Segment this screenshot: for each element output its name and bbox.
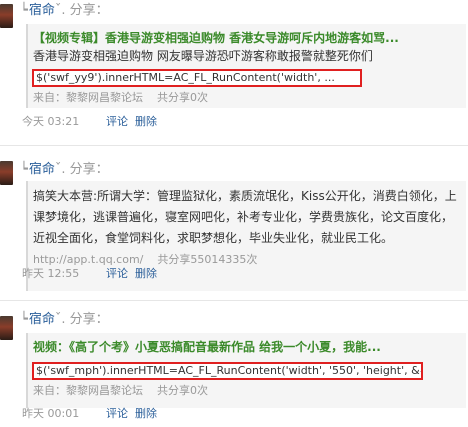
share-label: ˇ. 分享： (54, 162, 109, 177)
share-source: 来自：黎黎网昌黎论坛 共分享0次 (33, 90, 462, 106)
comment-link[interactable]: 评论 (106, 407, 128, 420)
comment-link[interactable]: 评论 (106, 267, 128, 280)
share-count: 共分享55014335次 (157, 253, 258, 266)
post-time: 今天 03:21 (22, 115, 80, 128)
share-label: ˇ. 分享： (54, 3, 109, 18)
shared-content: 视频：《高了个考》小夏恶搞配音最新作品 给我一个小夏，我能... $('swf_… (26, 333, 466, 408)
avatar[interactable] (0, 4, 13, 28)
reply-arrow-icon: ┕ (20, 312, 28, 327)
shared-title-link[interactable]: 视频：《高了个考》小夏恶搞配音最新作品 给我一个小夏，我能... (33, 338, 462, 356)
user-name-link[interactable]: 宿命 (29, 312, 55, 327)
share-count: 共分享0次 (157, 384, 208, 397)
shared-content: 【视频专辑】香港导游变相强迫购物 香港女导游呵斥内地游客如骂... 香港导游变相… (26, 24, 466, 108)
comment-link[interactable]: 评论 (106, 115, 128, 128)
post-meta: 昨天 00:01 评论 删除 (22, 406, 164, 422)
avatar[interactable] (0, 161, 13, 185)
user-name-link[interactable]: 宿命 (29, 3, 55, 18)
post-meta: 昨天 12:55 评论 删除 (22, 266, 164, 282)
share-source: 来自：黎黎网昌黎论坛 共分享0次 (33, 383, 462, 399)
source-url-link[interactable]: http://app.t.qq.com/ (33, 253, 143, 266)
delete-link[interactable]: 删除 (135, 267, 157, 280)
post-header: ┕宿命ˇ. 分享： (20, 311, 109, 329)
user-name-link[interactable]: 宿命 (29, 162, 55, 177)
post-header: ┕宿命ˇ. 分享： (20, 161, 109, 179)
avatar[interactable] (0, 316, 13, 340)
post-time: 昨天 12:55 (22, 267, 80, 280)
reply-arrow-icon: ┕ (20, 3, 28, 18)
shared-title-link[interactable]: 【视频专辑】香港导游变相强迫购物 香港女导游呵斥内地游客如骂... (33, 29, 462, 47)
highlighted-code-snippet: $('swf_yy9').innerHTML=AC_FL_RunContent(… (32, 69, 362, 87)
source-label: 来自：黎黎网昌黎论坛 (33, 384, 143, 397)
post-header: ┕宿命ˇ. 分享： (20, 2, 109, 20)
highlighted-code-snippet: $('swf_mph').innerHTML=AC_FL_RunContent(… (32, 362, 423, 380)
divider (0, 300, 468, 301)
share-label: ˇ. 分享： (54, 312, 109, 327)
share-count: 共分享0次 (157, 91, 208, 104)
delete-link[interactable]: 删除 (135, 115, 157, 128)
reply-arrow-icon: ┕ (20, 162, 28, 177)
post-time: 昨天 00:01 (22, 407, 80, 420)
divider (0, 145, 468, 146)
source-label: 来自：黎黎网昌黎论坛 (33, 91, 143, 104)
shared-description: 香港导游变相强迫购物 网友曝导游恐吓游客称敢报警就整死你们 (33, 49, 373, 63)
shared-text: 搞笑大本营:所谓大学：管理监狱化，素质流氓化，Kiss公开化，消费白领化，上课梦… (33, 189, 457, 245)
post-meta: 今天 03:21 评论 删除 (22, 114, 164, 130)
delete-link[interactable]: 删除 (135, 407, 157, 420)
